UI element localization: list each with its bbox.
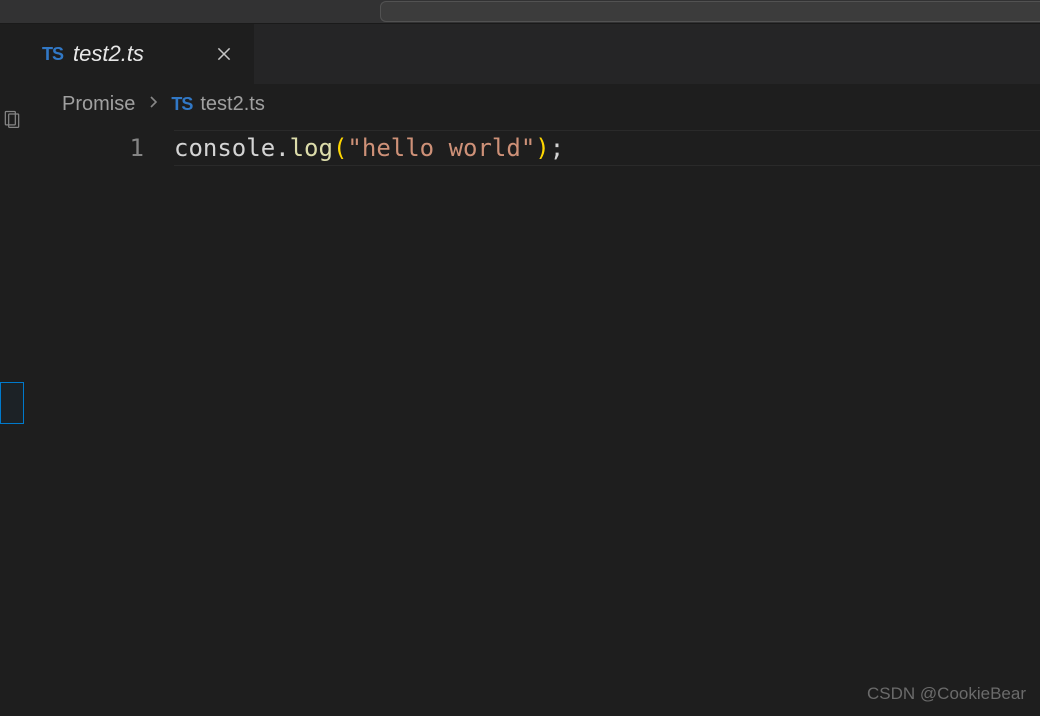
title-bar [0,0,1040,24]
token-rparen: ) [535,130,549,166]
chevron-right-icon [145,93,161,116]
breadcrumb-folder[interactable]: Promise [62,93,135,116]
token-object: console [174,130,275,166]
breadcrumb-file[interactable]: TS test2.ts [171,93,265,116]
code-content[interactable]: console.log("hello world"); [174,130,1040,716]
activity-bar [0,24,24,716]
line-number: 1 [24,130,144,166]
close-icon[interactable] [212,42,236,66]
files-icon[interactable] [2,109,22,129]
token-semicolon: ; [550,130,564,166]
token-lparen: ( [333,130,347,166]
code-editor[interactable]: 1 console.log("hello world"); [24,124,1040,716]
editor-area: TS test2.ts Promise TS test2.ts [24,24,1040,716]
typescript-icon: TS [171,94,192,115]
tabs-bar: TS test2.ts [24,24,1040,84]
token-string: "hello world" [347,130,535,166]
watermark: CSDN @CookieBear [867,684,1026,704]
tab-label: test2.ts [73,41,202,67]
token-method: log [290,130,333,166]
typescript-icon: TS [42,44,63,65]
code-line[interactable]: console.log("hello world"); [174,130,1040,166]
token-dot: . [275,130,289,166]
command-center-search[interactable] [380,1,1040,22]
breadcrumb-file-label: test2.ts [200,93,264,116]
breadcrumbs: Promise TS test2.ts [24,84,1040,124]
main-area: TS test2.ts Promise TS test2.ts [0,24,1040,716]
activity-selection-indicator [0,382,24,424]
tab-test2-ts[interactable]: TS test2.ts [24,24,254,84]
line-number-gutter: 1 [24,130,174,716]
